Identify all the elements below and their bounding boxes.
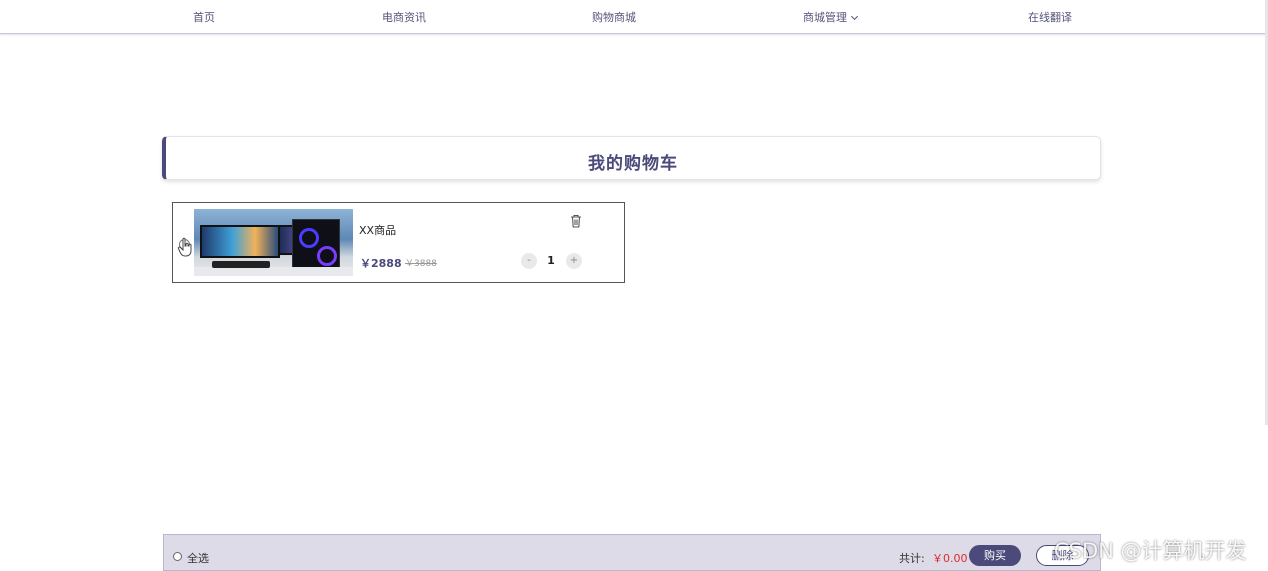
watermark: CSDN @计算机开发 <box>1054 539 1247 563</box>
nav-item-news[interactable]: 电商资讯 <box>382 9 426 25</box>
nav-item-label: 首页 <box>193 11 215 24</box>
page-title-box: 我的购物车 <box>162 136 1101 180</box>
nav-item-label: 电商资讯 <box>382 11 426 24</box>
product-image[interactable] <box>194 209 353 276</box>
chevron-down-icon <box>850 12 859 21</box>
trash-icon[interactable] <box>570 214 582 228</box>
quantity-value: 1 <box>547 254 555 267</box>
image-keyboard <box>212 261 270 268</box>
total-label: 共计: <box>899 552 925 565</box>
nav-item-home[interactable]: 首页 <box>193 9 215 25</box>
nav-item-shop-management[interactable]: 商城管理 <box>803 9 859 25</box>
select-all-label[interactable]: 全选 <box>187 550 209 566</box>
quantity-increase-button[interactable]: + <box>566 253 582 269</box>
top-navigation: 首页 电商资讯 购物商城 商城管理 在线翻译 <box>0 0 1268 34</box>
product-original-price: ￥3888 <box>405 259 437 269</box>
cart-item: XX商品 ￥2888 ￥3888 - 1 + <box>172 202 625 283</box>
image-monitor-left <box>200 225 280 258</box>
image-desk <box>194 267 353 276</box>
product-price: ￥2888 <box>360 257 402 270</box>
nav-item-translate[interactable]: 在线翻译 <box>1028 9 1072 25</box>
cart-footer-bar: 全选 共计: ￥0.00 购买 删除 <box>163 534 1101 571</box>
nav-item-label: 在线翻译 <box>1028 11 1072 24</box>
product-name[interactable]: XX商品 <box>359 222 396 238</box>
nav-item-label: 购物商城 <box>592 11 636 24</box>
select-all-radio[interactable] <box>173 552 182 561</box>
nav-item-shop[interactable]: 购物商城 <box>592 9 636 25</box>
image-pc-tower <box>292 219 340 271</box>
hand-pointer-icon <box>177 237 192 257</box>
total-amount: ￥0.00 <box>932 552 968 565</box>
buy-button[interactable]: 购买 <box>969 545 1021 566</box>
quantity-decrease-button[interactable]: - <box>521 253 537 269</box>
nav-item-label: 商城管理 <box>803 11 847 24</box>
page-title: 我的购物车 <box>588 154 678 174</box>
